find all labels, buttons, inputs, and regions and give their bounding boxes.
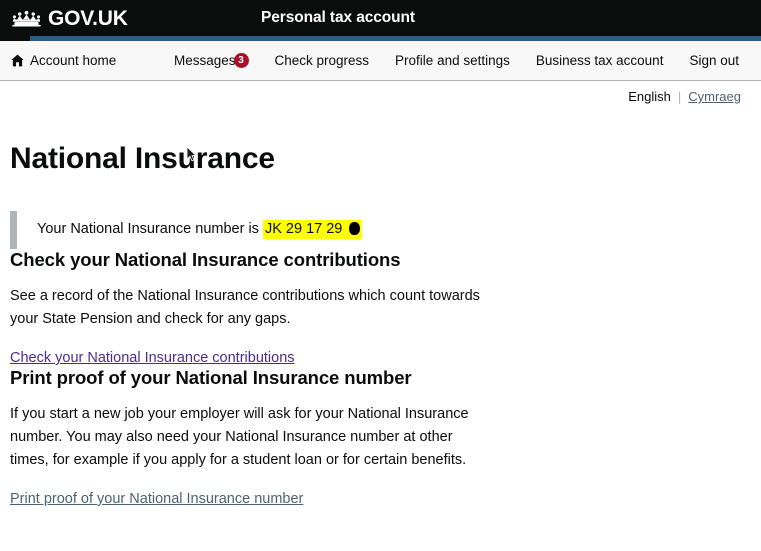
ni-number-redaction-wrap (344, 220, 363, 240)
crown-icon (10, 9, 43, 27)
nav-link-messages[interactable]: Messages (174, 54, 236, 68)
account-navigation: Account home Messages 3 Check progress P… (0, 41, 761, 81)
nav-item-messages[interactable]: Messages 3 (174, 53, 249, 68)
heading-print-proof: Print proof of your National Insurance n… (10, 367, 412, 388)
nav-link-check-progress[interactable]: Check progress (275, 54, 370, 68)
ni-number-statement: Your National Insurance number is JK 29 … (37, 219, 363, 240)
nav-home-group[interactable]: Account home (11, 41, 116, 80)
service-name-link[interactable]: Personal tax account (261, 0, 415, 36)
body-check-contributions: See a record of the National Insurance c… (10, 288, 480, 328)
home-icon (11, 54, 24, 67)
govuk-logo-link[interactable]: GOV.UK (10, 8, 128, 29)
ni-number-prefix-text: Your National Insurance number is (37, 221, 263, 238)
redaction-block-icon (349, 222, 361, 236)
nav-link-profile-and-settings[interactable]: Profile and settings (395, 54, 510, 68)
ni-number-inset: Your National Insurance number is JK 29 … (10, 211, 741, 249)
nav-link-sign-out[interactable]: Sign out (689, 54, 739, 68)
main-content: National Insurance Your National Insuran… (0, 81, 761, 508)
nav-link-account-home[interactable]: Account home (30, 54, 116, 68)
link-print-proof[interactable]: Print proof of your National Insurance n… (10, 491, 303, 507)
heading-check-contributions: Check your National Insurance contributi… (10, 249, 401, 270)
messages-count-badge: 3 (233, 53, 249, 68)
govuk-header: GOV.UK Personal tax account (0, 0, 761, 36)
govuk-logo-text: GOV.UK (48, 6, 128, 30)
ni-number-value: JK 29 17 29 (262, 220, 345, 240)
nav-links-group: Messages 3 Check progress Profile and se… (174, 41, 739, 80)
nav-link-business-tax-account[interactable]: Business tax account (536, 54, 664, 68)
page-title: National Insurance (10, 142, 275, 175)
link-check-contributions[interactable]: Check your National Insurance contributi… (10, 350, 295, 366)
body-print-proof: If you start a new job your employer wil… (10, 406, 469, 468)
